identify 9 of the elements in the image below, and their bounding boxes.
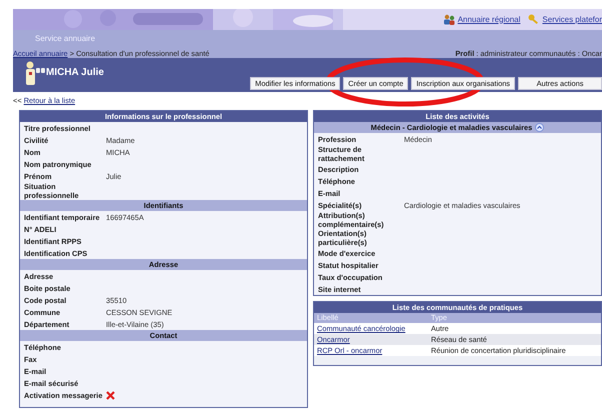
cross-icon (106, 390, 115, 400)
person-name: MICHA Julie (46, 66, 104, 80)
banner-link[interactable]: Annuaire régional (442, 14, 520, 26)
people-icon (442, 14, 455, 25)
doctor-icon (23, 61, 46, 86)
collapse-icon[interactable] (535, 123, 544, 132)
key-icon (528, 14, 540, 25)
banner-link[interactable]: Services platefor (528, 14, 602, 26)
service-title: Service annuaire (34, 33, 96, 45)
